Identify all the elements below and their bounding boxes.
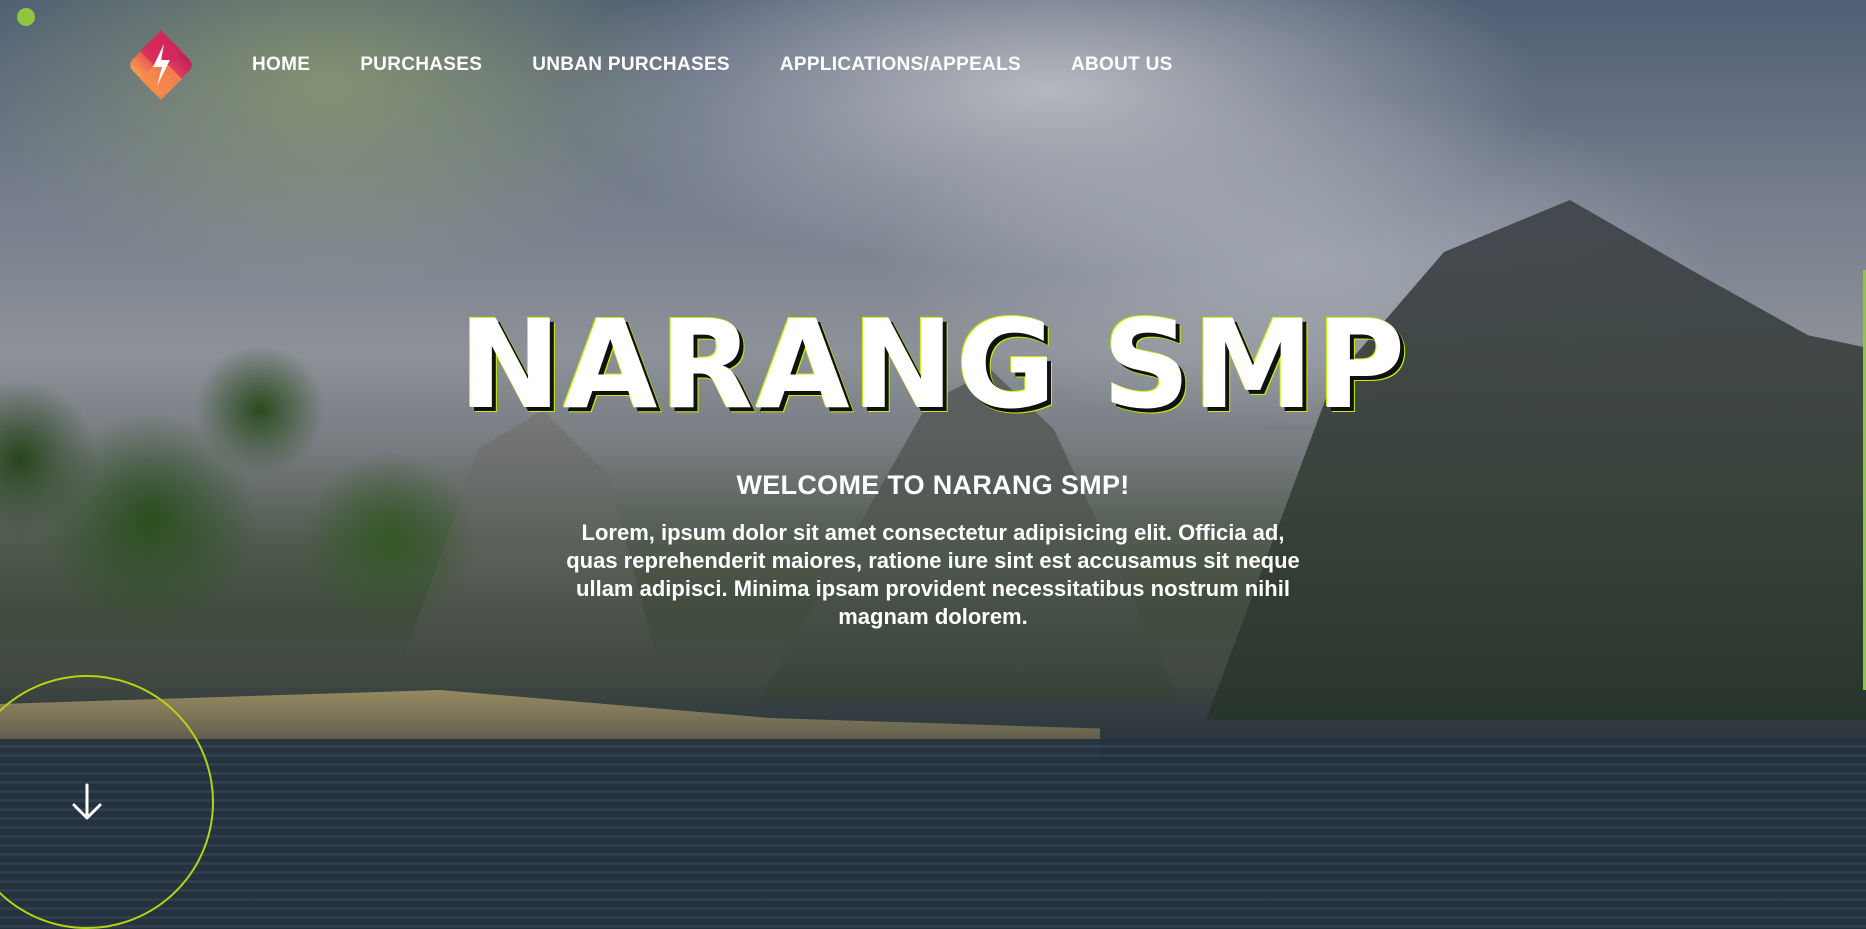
arrow-down-icon[interactable] [70, 782, 104, 822]
nav-link-home[interactable]: HOME [252, 54, 310, 76]
page: HOME PURCHASES UNBAN PURCHASES APPLICATI… [0, 0, 1866, 929]
arrow-down-svg [72, 783, 102, 820]
hero-title: NARANG SMP [458, 294, 1408, 436]
nav-link-unban-purchases[interactable]: UNBAN PURCHASES [532, 54, 730, 76]
nav-link-about-us[interactable]: ABOUT US [1071, 54, 1173, 76]
window-status-dot [17, 8, 35, 26]
logo-svg [130, 30, 192, 100]
main-nav: HOME PURCHASES UNBAN PURCHASES APPLICATI… [120, 24, 1173, 106]
hero-subtitle: WELCOME TO NARANG SMP! [736, 470, 1130, 500]
diamond-logo-icon[interactable] [120, 24, 202, 106]
nav-link-purchases[interactable]: PURCHASES [360, 54, 482, 76]
hero-section: NARANG SMP WELCOME TO NARANG SMP! Lorem,… [0, 300, 1866, 631]
nav-link-applications-appeals[interactable]: APPLICATIONS/APPEALS [780, 54, 1021, 76]
nav-links: HOME PURCHASES UNBAN PURCHASES APPLICATI… [252, 54, 1173, 76]
hero-description: Lorem, ipsum dolor sit amet consectetur … [566, 520, 1300, 629]
